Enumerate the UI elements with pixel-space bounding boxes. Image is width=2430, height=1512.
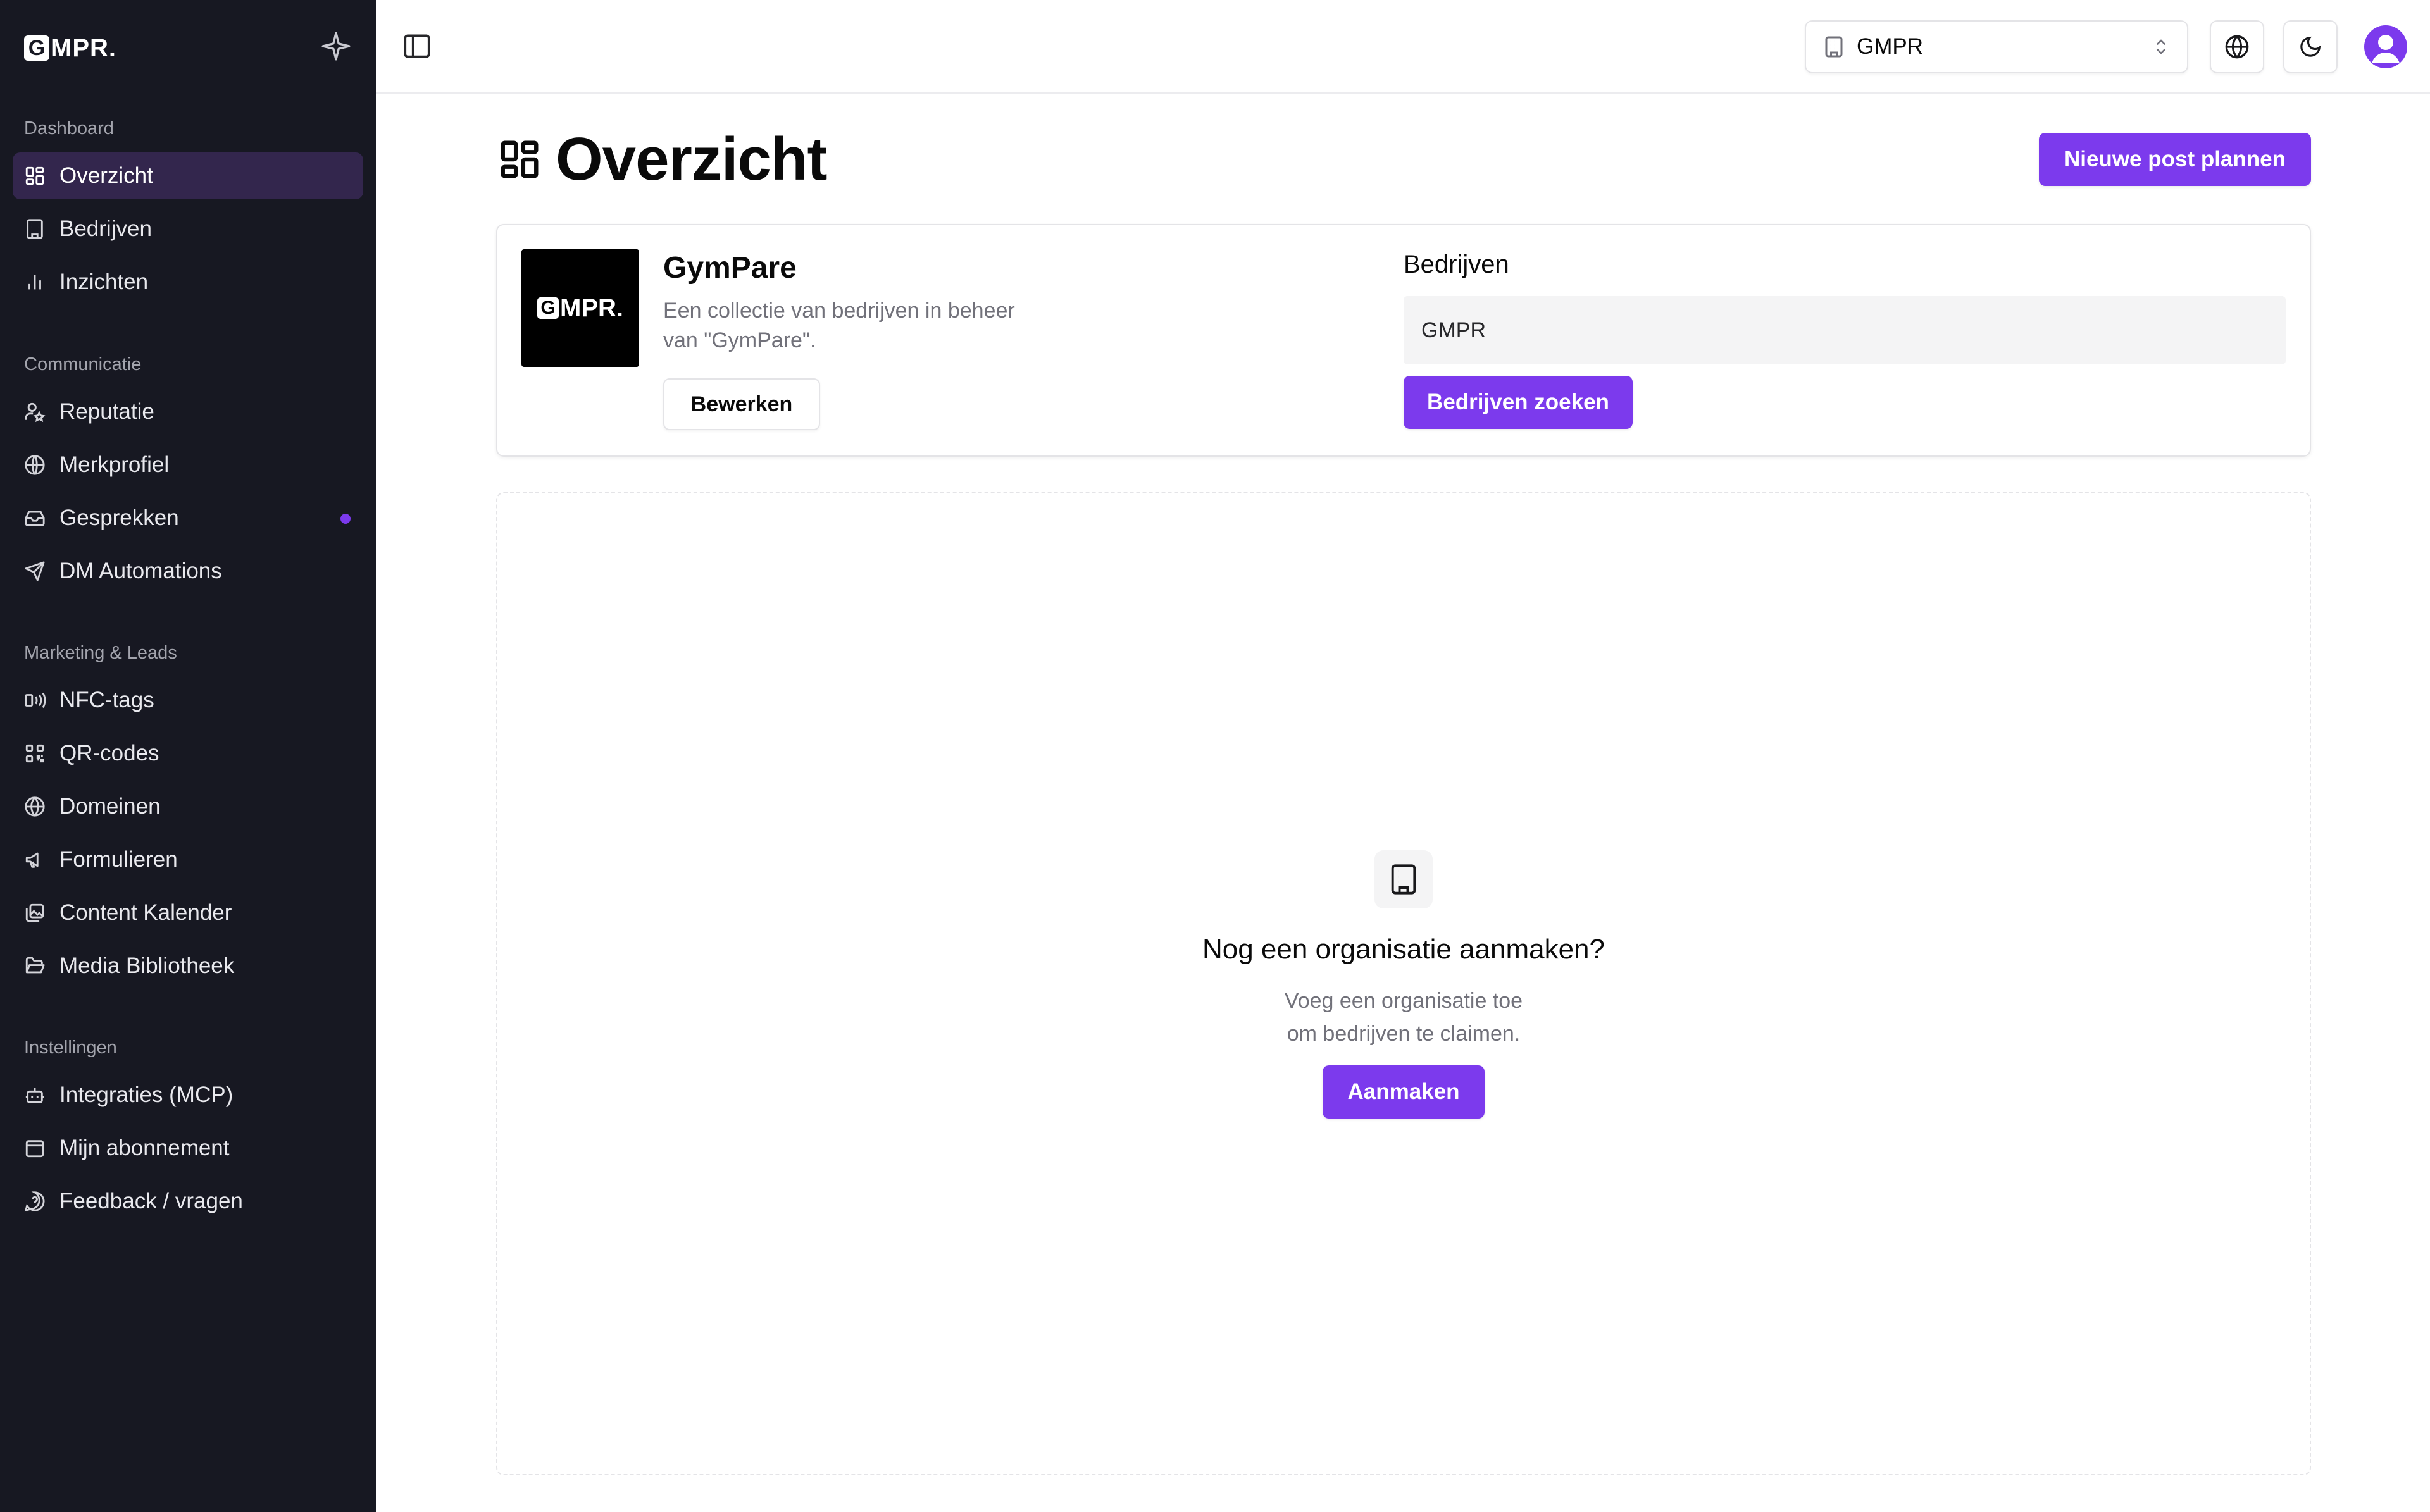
- sidebar-item-label: Inzichten: [59, 270, 149, 294]
- building-icon: [1822, 35, 1845, 58]
- sidebar-item-inzichten[interactable]: Inzichten: [13, 259, 363, 306]
- sidebar: G MPR. Dashboard Overzicht Bedrijven Inz…: [0, 0, 376, 1512]
- topbar: GMPR: [376, 0, 2430, 94]
- user-avatar-icon[interactable]: [2364, 25, 2407, 68]
- sidebar-item-qr-codes[interactable]: QR-codes: [13, 730, 363, 777]
- sidebar-item-label: Mijn abonnement: [59, 1136, 230, 1160]
- new-post-button[interactable]: Nieuwe post plannen: [2039, 133, 2311, 186]
- organization-description: Een collectie van bedrijven in beheer va…: [663, 299, 1015, 352]
- bot-icon: [24, 1084, 46, 1106]
- sidebar-item-label: Overzicht: [59, 163, 153, 188]
- create-organization-button[interactable]: Aanmaken: [1323, 1065, 1485, 1119]
- bedrijven-field[interactable]: GMPR: [1404, 296, 2286, 364]
- section-label-communicatie: Communicatie: [24, 354, 142, 375]
- logo-mark: G: [24, 35, 49, 61]
- sidebar-item-domeinen[interactable]: Domeinen: [13, 783, 363, 830]
- sidebar-item-label: Bedrijven: [59, 216, 152, 241]
- globe-icon: [2224, 34, 2250, 59]
- sidebar-item-label: Gesprekken: [59, 505, 179, 530]
- calendar-icon: [24, 1137, 46, 1159]
- page-title: Overzicht: [556, 125, 827, 193]
- sidebar-item-label: Domeinen: [59, 794, 161, 819]
- organization-name: GymPare: [663, 251, 797, 285]
- user-star-icon: [24, 401, 46, 423]
- bedrijven-label: Bedrijven: [1404, 251, 1509, 278]
- chevrons-up-down-icon: [2152, 37, 2171, 56]
- sidebar-item-dm-automations[interactable]: DM Automations: [13, 548, 363, 595]
- sparkle-icon[interactable]: [320, 30, 352, 62]
- bar-chart-icon: [24, 271, 46, 293]
- sidebar-item-reputatie[interactable]: Reputatie: [13, 388, 363, 435]
- organization-select[interactable]: GMPR: [1805, 20, 2188, 73]
- section-label-marketing: Marketing & Leads: [24, 643, 177, 663]
- sidebar-item-label: Media Bibliotheek: [59, 953, 235, 978]
- sidebar-item-label: Feedback / vragen: [59, 1189, 243, 1213]
- empty-state-title: Nog een organisatie aanmaken?: [1202, 934, 1605, 965]
- sidebar-item-label: NFC-tags: [59, 688, 154, 712]
- sidebar-item-label: Integraties (MCP): [59, 1082, 234, 1107]
- sidebar-item-label: Reputatie: [59, 399, 154, 424]
- search-companies-button[interactable]: Bedrijven zoeken: [1404, 376, 1633, 429]
- empty-state-description-line: Voeg een organisatie toe: [1284, 989, 1523, 1013]
- help-circle-icon: [24, 1191, 46, 1212]
- send-icon: [24, 561, 46, 582]
- globe-icon: [24, 796, 46, 817]
- organization-card: G MPR. GymPare Een collectie van bedrijv…: [496, 224, 2311, 457]
- page-header: Overzicht: [497, 125, 827, 193]
- building-icon: [1374, 850, 1433, 908]
- organization-select-value: GMPR: [1857, 34, 1923, 59]
- nfc-icon: [24, 690, 46, 711]
- sidebar-item-nfc-tags[interactable]: NFC-tags: [13, 677, 363, 724]
- layout-grid-icon: [24, 165, 46, 187]
- empty-state-panel: [496, 492, 2311, 1475]
- organization-logo: G MPR.: [521, 249, 639, 367]
- sidebar-item-label: Merkprofiel: [59, 452, 170, 477]
- sidebar-item-label: Formulieren: [59, 847, 178, 872]
- language-button[interactable]: [2210, 20, 2264, 73]
- globe-grid-icon: [24, 454, 46, 476]
- app-logo[interactable]: G MPR.: [24, 30, 116, 66]
- logo-text: MPR.: [51, 34, 116, 62]
- sidebar-item-bedrijven[interactable]: Bedrijven: [13, 206, 363, 252]
- sidebar-item-integraties[interactable]: Integraties (MCP): [13, 1072, 363, 1119]
- image-stack-icon: [24, 902, 46, 924]
- sidebar-item-mijn-abonnement[interactable]: Mijn abonnement: [13, 1125, 363, 1172]
- edit-button[interactable]: Bewerken: [663, 378, 820, 430]
- section-label-instellingen: Instellingen: [24, 1038, 117, 1058]
- section-label-dashboard: Dashboard: [24, 118, 114, 139]
- empty-state-description-line: om bedrijven te claimen.: [1287, 1022, 1521, 1046]
- logo-mark: G: [537, 297, 559, 319]
- sidebar-item-merkprofiel[interactable]: Merkprofiel: [13, 442, 363, 488]
- layout-grid-icon: [497, 137, 542, 182]
- sidebar-item-feedback[interactable]: Feedback / vragen: [13, 1178, 363, 1225]
- panel-left-icon[interactable]: [401, 30, 433, 62]
- folder-open-icon: [24, 955, 46, 977]
- sidebar-item-overzicht[interactable]: Overzicht: [13, 152, 363, 199]
- theme-toggle-button[interactable]: [2283, 20, 2338, 73]
- sidebar-item-formulieren[interactable]: Formulieren: [13, 836, 363, 883]
- empty-state-description: Voeg een organisatie toe om bedrijven te…: [1202, 984, 1605, 1050]
- qr-code-icon: [24, 743, 46, 764]
- logo-text: MPR.: [560, 294, 623, 322]
- inbox-icon: [24, 507, 46, 529]
- sidebar-item-content-kalender[interactable]: Content Kalender: [13, 889, 363, 936]
- sidebar-item-media-bibliotheek[interactable]: Media Bibliotheek: [13, 943, 363, 989]
- sidebar-item-label: DM Automations: [59, 559, 222, 583]
- moon-icon: [2298, 35, 2322, 59]
- sidebar-item-gesprekken[interactable]: Gesprekken: [13, 495, 363, 542]
- unread-dot: [340, 514, 351, 524]
- megaphone-icon: [24, 849, 46, 871]
- sidebar-item-label: QR-codes: [59, 741, 159, 765]
- building-icon: [24, 218, 46, 240]
- sidebar-item-label: Content Kalender: [59, 900, 232, 925]
